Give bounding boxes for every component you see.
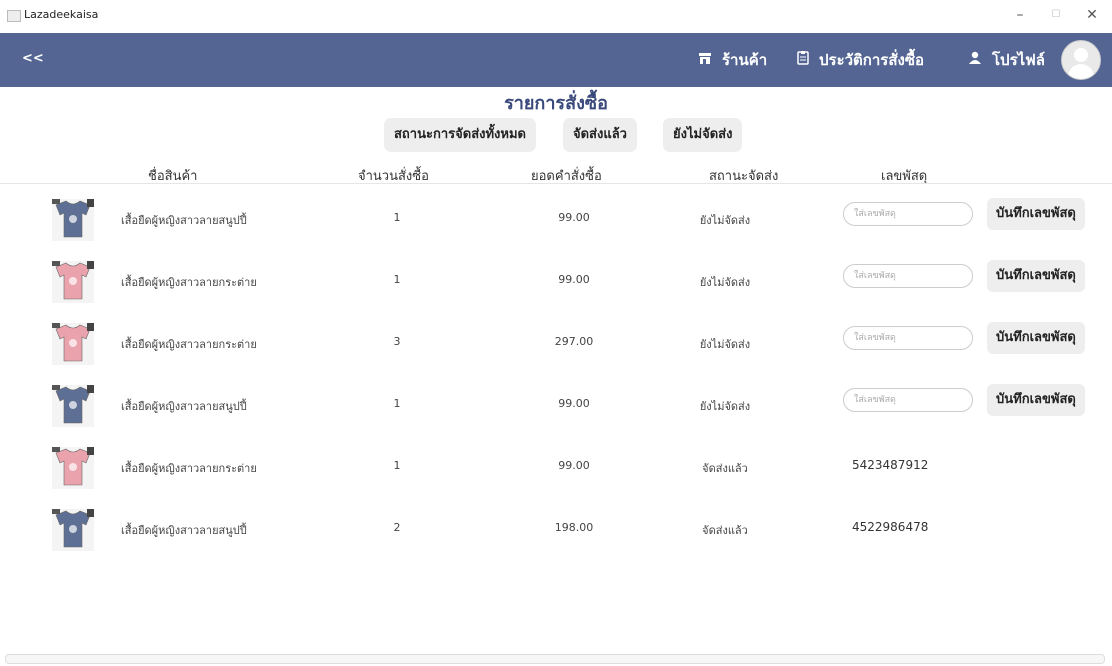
maximize-button[interactable]: ☐ — [1041, 4, 1071, 26]
shipping-status: จัดส่งแล้ว — [702, 462, 748, 475]
table-row: เสื้อยืดผู้หญิงสาวลายสนูปปี้ 1 99.00 ยังไม่… — [0, 384, 1112, 449]
tracking-number-input[interactable] — [843, 388, 973, 412]
header-divider — [0, 183, 1112, 184]
order-total: 99.00 — [558, 211, 590, 224]
close-button[interactable]: ✕ — [1077, 4, 1107, 26]
order-total: 99.00 — [558, 273, 590, 286]
product-name: เสื้อยืดผู้หญิงสาวลายสนูปปี้ — [121, 524, 247, 537]
order-total: 99.00 — [558, 397, 590, 410]
table-row: เสื้อยืดผู้หญิงสาวลายกระต่าย 1 99.00 จัดส่ง… — [0, 447, 1112, 511]
product-name: เสื้อยืดผู้หญิงสาวลายกระต่าย — [121, 338, 257, 351]
page-title: รายการสั่งซื้อ — [504, 93, 608, 114]
save-tracking-button[interactable]: บันทึกเลขพัสดุ — [987, 198, 1085, 230]
order-quantity: 1 — [393, 273, 401, 286]
horizontal-scrollbar[interactable] — [5, 654, 1105, 664]
save-tracking-button[interactable]: บันทึกเลขพัสดุ — [987, 322, 1085, 354]
product-thumbnail — [52, 261, 94, 303]
order-quantity: 1 — [393, 397, 401, 410]
tracking-number: 4522986478 — [852, 520, 929, 534]
avatar-body — [1068, 64, 1094, 79]
app-icon — [7, 10, 21, 22]
order-quantity: 2 — [393, 521, 401, 534]
filter-all-button[interactable]: สถานะการจัดส่งทั้งหมด — [384, 118, 536, 152]
tracking-number-input[interactable] — [843, 264, 973, 288]
order-quantity: 1 — [393, 459, 401, 472]
product-name: เสื้อยืดผู้หญิงสาวลายสนูปปี้ — [121, 400, 247, 413]
avatar-head — [1074, 48, 1088, 62]
nav-shop[interactable]: ร้านค้า — [698, 49, 767, 71]
shop-icon — [698, 50, 712, 72]
product-name: เสื้อยืดผู้หญิงสาวลายกระต่าย — [121, 276, 257, 289]
product-name: เสื้อยืดผู้หญิงสาวลายกระต่าย — [121, 462, 257, 475]
back-icon[interactable]: << — [22, 47, 46, 71]
top-navbar: << ร้านค้า ประวัติการสั่งซื้อ โปรไฟล์ — [0, 33, 1112, 87]
order-total: 99.00 — [558, 459, 590, 472]
clipboard-icon — [797, 50, 809, 72]
shipping-status: จัดส่งแล้ว — [702, 524, 748, 537]
tracking-number-input[interactable] — [843, 326, 973, 350]
filter-shipped-button[interactable]: จัดส่งแล้ว — [563, 118, 637, 152]
nav-profile-label: โปรไฟล์ — [992, 51, 1045, 69]
nav-history-label: ประวัติการสั่งซื้อ — [819, 51, 925, 69]
table-row: เสื้อยืดผู้หญิงสาวลายกระต่าย 1 99.00 ยังไม่… — [0, 260, 1112, 325]
product-thumbnail — [52, 199, 94, 241]
filter-not-shipped-button[interactable]: ยังไม่จัดส่ง — [663, 118, 743, 152]
user-icon — [968, 50, 982, 72]
product-name: เสื้อยืดผู้หญิงสาวลายสนูปปี้ — [121, 214, 247, 227]
table-row: เสื้อยืดผู้หญิงสาวลายสนูปปี้ 1 99.00 ยังไม่… — [0, 198, 1112, 263]
product-thumbnail — [52, 447, 94, 489]
save-tracking-button[interactable]: บันทึกเลขพัสดุ — [987, 260, 1085, 292]
shipping-status: ยังไม่จัดส่ง — [699, 338, 751, 351]
table-row: เสื้อยืดผู้หญิงสาวลายกระต่าย 3 297.00 ยังไม… — [0, 322, 1112, 387]
nav-shop-label: ร้านค้า — [722, 51, 768, 69]
nav-profile[interactable]: โปรไฟล์ — [968, 49, 1045, 71]
order-quantity: 3 — [393, 335, 401, 348]
tracking-number-input[interactable] — [843, 202, 973, 226]
minimize-button[interactable]: – — [1005, 4, 1035, 26]
nav-order-history[interactable]: ประวัติการสั่งซื้อ — [797, 49, 924, 71]
order-total: 198.00 — [554, 521, 594, 534]
product-thumbnail — [52, 323, 94, 365]
shipping-status: ยังไม่จัดส่ง — [699, 214, 751, 227]
shipping-status: ยังไม่จัดส่ง — [699, 276, 751, 289]
tracking-number: 5423487912 — [852, 458, 929, 472]
product-thumbnail — [52, 509, 94, 551]
order-total: 297.00 — [554, 335, 594, 348]
window-titlebar: Lazadeekaisa – ☐ ✕ — [0, 0, 1112, 33]
window-title: Lazadeekaisa — [24, 8, 99, 21]
product-thumbnail — [52, 385, 94, 427]
save-tracking-button[interactable]: บันทึกเลขพัสดุ — [987, 384, 1085, 416]
order-quantity: 1 — [393, 211, 401, 224]
shipping-status: ยังไม่จัดส่ง — [699, 400, 751, 413]
table-row: เสื้อยืดผู้หญิงสาวลายสนูปปี้ 2 198.00 จัดส่… — [0, 509, 1112, 573]
avatar[interactable] — [1061, 40, 1101, 80]
